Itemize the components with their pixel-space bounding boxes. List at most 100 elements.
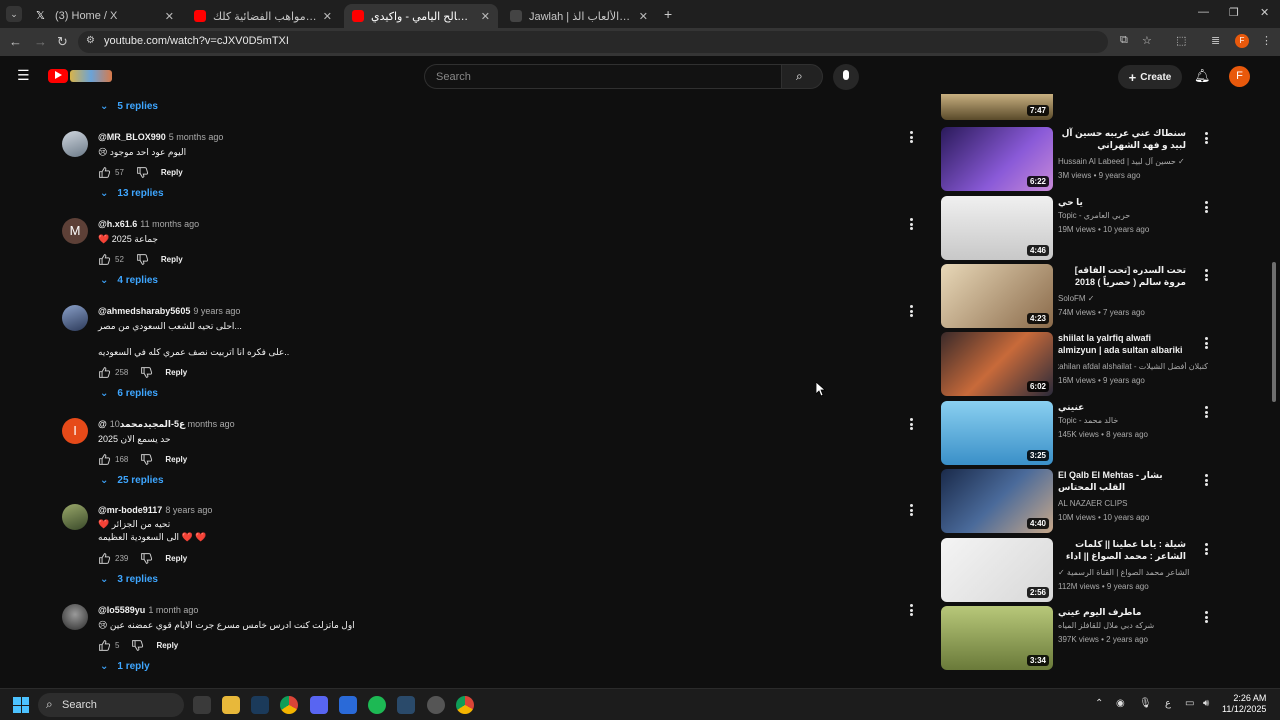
reply-button[interactable]: Reply — [161, 168, 183, 177]
taskbar-search[interactable]: ⌕ Search — [38, 693, 184, 717]
avatar[interactable] — [62, 131, 88, 157]
close-icon[interactable]: ✕ — [165, 10, 174, 23]
recommended-video[interactable]: 7:47 — [940, 94, 1220, 122]
back-button[interactable]: ← — [9, 34, 22, 49]
app-icon[interactable] — [427, 696, 445, 714]
dislike-icon[interactable] — [131, 639, 144, 652]
tray-app-icon[interactable]: ◉ — [1116, 698, 1125, 709]
reply-button[interactable]: Reply — [165, 554, 187, 563]
view-replies-button[interactable]: ⌄ 3 replies — [100, 574, 158, 585]
like-icon[interactable] — [98, 166, 111, 179]
video-menu-icon[interactable] — [1202, 610, 1210, 624]
network-icon[interactable]: ▭ — [1185, 698, 1194, 709]
video-title[interactable]: شيلة : ياما عطينا || كلمات الشاعر : محمد… — [1058, 538, 1186, 562]
avatar[interactable] — [62, 305, 88, 331]
video-thumbnail[interactable]: 4:40 — [941, 469, 1053, 533]
video-menu-icon[interactable] — [1202, 473, 1210, 487]
task-view-icon[interactable] — [193, 696, 211, 714]
video-title[interactable]: سنطاك عني عريبه حسين آل لبيد و فهد الشهر… — [1058, 127, 1186, 151]
voice-search-button[interactable] — [833, 64, 859, 90]
video-thumbnail[interactable]: 7:47 — [941, 94, 1053, 120]
close-icon[interactable]: ✕ — [639, 10, 648, 23]
video-thumbnail[interactable]: 4:46 — [941, 196, 1053, 260]
video-thumbnail[interactable]: 6:02 — [941, 332, 1053, 396]
video-menu-icon[interactable] — [1202, 336, 1210, 350]
avatar[interactable]: M — [62, 218, 88, 244]
video-thumbnail[interactable]: 2:56 — [941, 538, 1053, 602]
video-title[interactable]: shiilat la yalrfiq alwafi almizyun | ada… — [1058, 332, 1186, 356]
comment-author[interactable]: @ع5-المجيدمحمد10 months ago — [98, 419, 235, 430]
youtube-logo[interactable] — [48, 68, 112, 84]
reply-button[interactable]: Reply — [156, 641, 178, 650]
reply-button[interactable]: Reply — [165, 368, 187, 377]
volume-icon[interactable]: 🔊︎ — [1203, 698, 1209, 709]
create-button[interactable]: + Create — [1118, 65, 1182, 89]
spotify-icon[interactable] — [368, 696, 386, 714]
dislike-icon[interactable] — [136, 166, 149, 179]
new-tab-button[interactable]: + — [664, 6, 672, 22]
steam-icon[interactable] — [251, 696, 269, 714]
comment-menu-icon[interactable] — [907, 417, 915, 431]
reply-button[interactable]: Reply — [161, 255, 183, 264]
bookmark-star-icon[interactable]: ☆ — [1142, 34, 1152, 47]
page-scrollbar[interactable] — [1271, 96, 1277, 688]
recommended-video[interactable]: 3:25 عنيني Topic - خالد محمد 145K views … — [940, 401, 1220, 465]
avatar[interactable]: I — [62, 418, 88, 444]
avatar[interactable] — [62, 504, 88, 530]
video-menu-icon[interactable] — [1202, 405, 1210, 419]
like-icon[interactable] — [98, 453, 111, 466]
view-replies-button[interactable]: ⌄ 1 reply — [100, 661, 150, 672]
system-clock[interactable]: 2:26 AM 11/12/2025 — [1222, 693, 1266, 715]
channel-name[interactable]: الشاعر محمد الصواغ | القناة الرسمية ✓ — [1058, 568, 1208, 577]
video-menu-icon[interactable] — [1202, 200, 1210, 214]
video-title[interactable]: عنيني — [1058, 401, 1186, 413]
channel-name[interactable]: كنبلان أفضل الشيلات - kahilan afdal alsh… — [1058, 362, 1208, 371]
video-thumbnail[interactable]: 3:34 — [941, 606, 1053, 670]
comment-menu-icon[interactable] — [907, 503, 915, 517]
recommended-video[interactable]: 3:34 ماطرف اليوم عيني شركه دبي ملال للقا… — [940, 606, 1220, 670]
comment-author[interactable]: @lo5589yu 1 month ago — [98, 605, 198, 615]
video-title[interactable]: ماطرف اليوم عيني — [1058, 606, 1186, 618]
tab-kids-channel[interactable]: قناة اطفال ومواهب الفضائية كلك ✕ — [186, 4, 340, 28]
search-button[interactable]: ⌕ — [781, 64, 823, 89]
video-thumbnail[interactable]: 4:23 — [941, 264, 1053, 328]
video-menu-icon[interactable] — [1202, 542, 1210, 556]
channel-name[interactable]: AL NAZAER CLIPS — [1058, 499, 1208, 508]
profile-avatar[interactable]: F — [1235, 34, 1249, 48]
view-replies-button[interactable]: ⌄ 25 replies — [100, 475, 164, 486]
browser-menu-icon[interactable]: ⋮ — [1261, 34, 1272, 47]
avatar[interactable] — [62, 604, 88, 630]
channel-name[interactable]: SoloFM ✓ — [1058, 294, 1208, 303]
discord-icon[interactable] — [310, 696, 328, 714]
comment-menu-icon[interactable] — [907, 603, 915, 617]
recommended-video[interactable]: 2:56 شيلة : ياما عطينا || كلمات الشاعر :… — [940, 538, 1220, 602]
close-icon[interactable]: ✕ — [323, 10, 332, 23]
channel-name[interactable]: Topic - خالد محمد — [1058, 416, 1208, 425]
tray-chevron-up-icon[interactable]: ⌃ — [1095, 698, 1103, 709]
like-icon[interactable] — [98, 639, 111, 652]
account-avatar[interactable]: F — [1229, 66, 1250, 87]
video-title[interactable]: تحت السدره [تحت الفاقه] مروة سالم ( حصري… — [1058, 264, 1186, 288]
recommended-video[interactable]: 4:46 يا حي Topic - حربي العامري 19M view… — [940, 196, 1220, 260]
tray-mic-icon[interactable]: 🎙︎ — [1139, 698, 1152, 709]
video-thumbnail[interactable]: 3:25 — [941, 401, 1053, 465]
minimize-button[interactable]: — — [1198, 6, 1209, 18]
keyboard-language[interactable]: ع — [1165, 698, 1171, 709]
like-icon[interactable] — [98, 366, 111, 379]
install-app-icon[interactable]: ⧉ — [1120, 34, 1128, 47]
like-icon[interactable] — [98, 253, 111, 266]
tab-youtube-active[interactable]: صالح اليامي - واكيدي - YouTube ✕ — [344, 4, 498, 28]
channel-name[interactable]: Topic - حربي العامري — [1058, 211, 1208, 220]
video-title[interactable]: يا حي — [1058, 196, 1186, 208]
reading-list-icon[interactable]: ≣ — [1211, 34, 1220, 47]
site-info-icon[interactable]: ⚙ — [86, 35, 95, 46]
chrome-icon[interactable] — [280, 696, 298, 714]
video-title[interactable]: El Qalb El Mehtas بشار - القلب المحتاس — [1058, 469, 1186, 493]
comment-menu-icon[interactable] — [907, 130, 915, 144]
channel-name[interactable]: شركه دبي ملال للقافلز المياه — [1058, 621, 1208, 630]
comment-menu-icon[interactable] — [907, 217, 915, 231]
view-replies-button[interactable]: ⌄ 6 replies — [100, 388, 158, 399]
recommended-video[interactable]: 6:02 shiilat la yalrfiq alwafi almizyun … — [940, 332, 1220, 396]
address-bar[interactable]: ⚙ youtube.com/watch?v=cJXV0D5mTXI ⧉ ☆ — [78, 31, 1152, 53]
video-thumbnail[interactable]: 6:22 — [941, 127, 1053, 191]
